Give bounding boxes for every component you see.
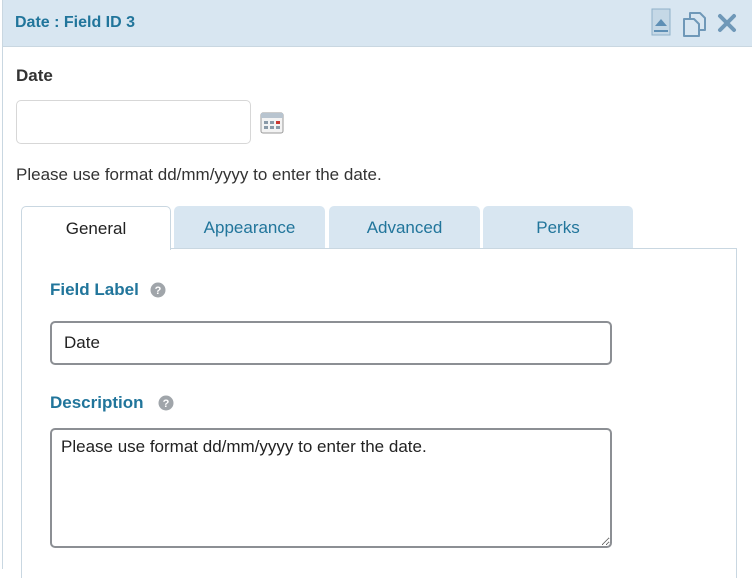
field-settings-panel: Date : Field ID 3 Date Please use format…	[2, 0, 752, 578]
field-header-title: Date : Field ID 3	[15, 14, 136, 31]
tab-general[interactable]: General	[21, 206, 171, 250]
preview-field-label: Date	[16, 66, 53, 85]
description-textarea[interactable]: Please use format dd/mm/yyyy to enter th…	[50, 428, 612, 548]
help-icon[interactable]: ?	[158, 395, 174, 411]
svg-text:?: ?	[155, 285, 162, 297]
preview-field-description: Please use format dd/mm/yyyy to enter th…	[16, 165, 382, 184]
field-header[interactable]: Date : Field ID 3	[3, 0, 752, 47]
field-label-setting-label: Field Label	[50, 280, 139, 299]
svg-text:?: ?	[163, 398, 170, 410]
date-input[interactable]	[16, 100, 251, 144]
collapse-icon[interactable]	[651, 8, 671, 36]
tab-appearance[interactable]: Appearance	[174, 206, 325, 249]
calendar-icon[interactable]	[260, 112, 284, 134]
description-setting-label: Description	[50, 393, 144, 412]
field-label-input[interactable]	[50, 321, 612, 365]
tab-perks[interactable]: Perks	[483, 206, 633, 249]
tab-advanced[interactable]: Advanced	[329, 206, 480, 249]
duplicate-icon[interactable]	[681, 11, 709, 37]
delete-icon[interactable]	[717, 13, 737, 33]
help-icon[interactable]: ?	[150, 282, 166, 298]
